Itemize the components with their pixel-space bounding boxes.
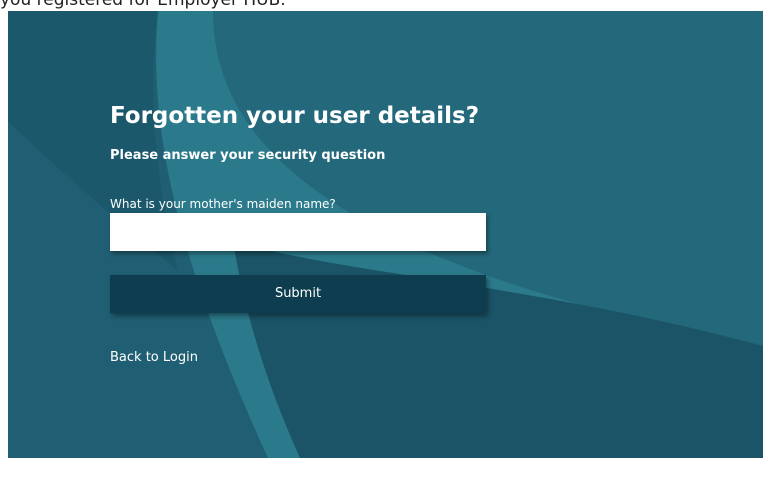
security-answer-input[interactable] — [110, 213, 486, 251]
page-title: Forgotten your user details? — [110, 103, 480, 129]
security-question-label: What is your mother's maiden name? — [110, 197, 336, 211]
security-question-instruction: Please answer your security question — [110, 148, 386, 163]
back-to-login-link[interactable]: Back to Login — [110, 349, 198, 367]
top-strip: you registered for Employer HUB. — [0, 0, 763, 11]
submit-button[interactable]: Submit — [110, 275, 486, 313]
forgotten-details-panel: Forgotten your user details? Please answ… — [8, 11, 763, 458]
top-strip-text: you registered for Employer HUB. — [0, 0, 286, 10]
